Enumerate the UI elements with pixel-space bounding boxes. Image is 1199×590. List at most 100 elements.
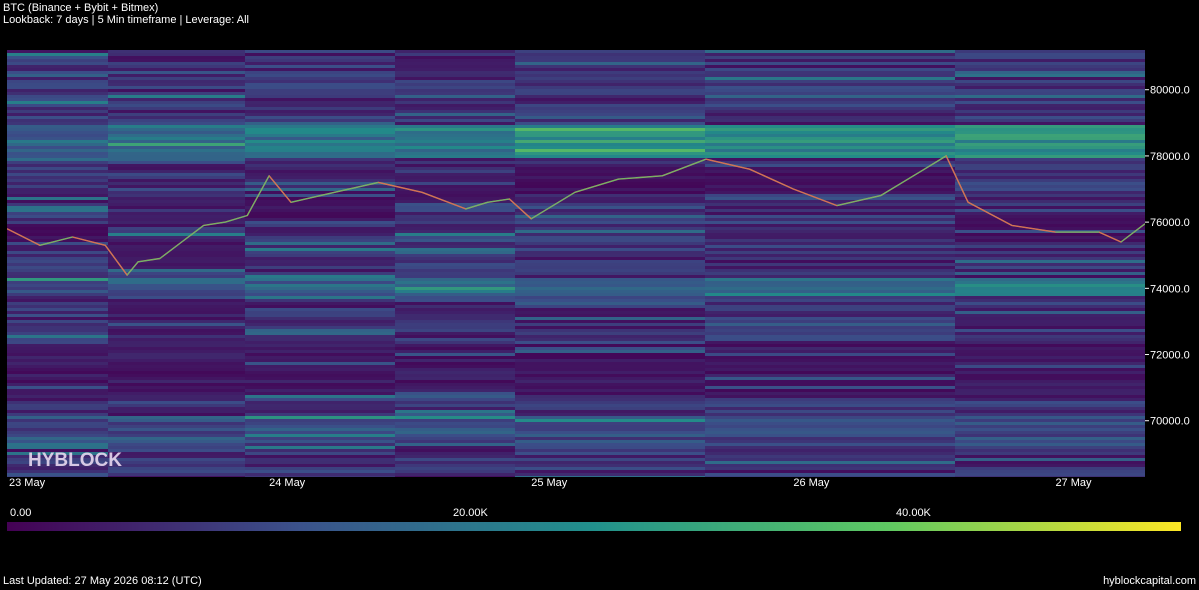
heatmap-cell bbox=[955, 140, 1145, 143]
heatmap-cell bbox=[395, 278, 515, 281]
heatmap-cell bbox=[245, 287, 395, 290]
heatmap-cell bbox=[245, 104, 395, 107]
heatmap-cell bbox=[705, 353, 955, 356]
heatmap-cell bbox=[515, 197, 705, 200]
heatmap-cell bbox=[955, 191, 1145, 194]
heatmap-cell bbox=[245, 374, 395, 377]
heatmap-cell bbox=[395, 155, 515, 158]
heatmap-cell bbox=[705, 473, 955, 476]
heatmap-cell bbox=[515, 302, 705, 305]
heatmap-cell bbox=[7, 419, 108, 422]
heatmap-cell bbox=[515, 281, 705, 284]
heatmap-cell bbox=[395, 326, 515, 329]
heatmap-cell bbox=[705, 62, 955, 65]
heatmap-cell bbox=[705, 272, 955, 275]
liquidation-heatmap-chart[interactable]: 70000.0 72000.0 74000.0 76000.0 78000.0 80000… bbox=[0, 0, 1199, 590]
heatmap-cell bbox=[705, 284, 955, 287]
heatmap-cell bbox=[515, 104, 705, 107]
heatmap-cell bbox=[395, 320, 515, 323]
heatmap-cell bbox=[108, 218, 245, 221]
heatmap-cell bbox=[515, 140, 705, 143]
heatmap-cell bbox=[245, 347, 395, 350]
heatmap-cell bbox=[108, 107, 245, 110]
heatmap-cell bbox=[705, 290, 955, 293]
heatmap-cell bbox=[515, 428, 705, 431]
heatmap-cell bbox=[395, 461, 515, 464]
heatmap-cell bbox=[245, 206, 395, 209]
heatmap-cell bbox=[955, 200, 1145, 203]
heatmap-cell bbox=[7, 200, 108, 203]
heatmap-cell bbox=[705, 245, 955, 248]
site-link[interactable]: hyblockcapital.com bbox=[1103, 575, 1196, 587]
heatmap-cell bbox=[245, 332, 395, 335]
heatmap-cell bbox=[705, 71, 955, 74]
heatmap-cell bbox=[245, 425, 395, 428]
heatmap-cell bbox=[395, 185, 515, 188]
heatmap-cell bbox=[515, 176, 705, 179]
heatmap-cell bbox=[245, 269, 395, 272]
heatmap-cell bbox=[7, 428, 108, 431]
heatmap-cell bbox=[245, 383, 395, 386]
heatmap-cell bbox=[108, 464, 245, 467]
x-tick-label: 24 May bbox=[269, 477, 306, 489]
heatmap-cell bbox=[515, 332, 705, 335]
heatmap-cell bbox=[7, 104, 108, 107]
heatmap-cell bbox=[955, 374, 1145, 377]
heatmap-cell bbox=[395, 308, 515, 311]
heatmap-cell bbox=[395, 263, 515, 266]
heatmap-cell bbox=[245, 77, 395, 80]
heatmap-cell bbox=[515, 269, 705, 272]
heatmap-cell bbox=[245, 140, 395, 143]
heatmap-cell bbox=[955, 65, 1145, 68]
heatmap-cell bbox=[108, 122, 245, 125]
heatmap-cell bbox=[955, 434, 1145, 437]
heatmap-cell bbox=[108, 77, 245, 80]
heatmap-cell bbox=[245, 254, 395, 257]
heatmap-cell bbox=[955, 410, 1145, 413]
heatmap-cell bbox=[245, 380, 395, 383]
heatmap-cell bbox=[515, 53, 705, 56]
heatmap-cell bbox=[245, 452, 395, 455]
heatmap-cell bbox=[515, 434, 705, 437]
heatmap-cell bbox=[7, 95, 108, 98]
heatmap-cell bbox=[705, 350, 955, 353]
heatmap-cell bbox=[955, 221, 1145, 224]
heatmap-cell bbox=[245, 62, 395, 65]
heatmap-cell bbox=[705, 59, 955, 62]
heatmap-cell bbox=[515, 395, 705, 398]
heatmap-cell bbox=[395, 65, 515, 68]
heatmap-cell bbox=[705, 332, 955, 335]
heatmap-cell bbox=[108, 329, 245, 332]
heatmap-cell bbox=[955, 317, 1145, 320]
heatmap-cell bbox=[955, 104, 1145, 107]
heatmap-cell bbox=[245, 359, 395, 362]
heatmap-cell bbox=[395, 356, 515, 359]
heatmap-cell bbox=[515, 389, 705, 392]
heatmap-cell bbox=[705, 140, 955, 143]
heatmap-cell bbox=[395, 395, 515, 398]
heatmap-cell bbox=[515, 200, 705, 203]
heatmap-cell bbox=[955, 92, 1145, 95]
heatmap-cell bbox=[108, 104, 245, 107]
heatmap-cell bbox=[7, 143, 108, 146]
heatmap-cell bbox=[395, 329, 515, 332]
heatmap-cell bbox=[245, 311, 395, 314]
heatmap-cell bbox=[395, 281, 515, 284]
heatmap-cell bbox=[955, 350, 1145, 353]
heatmap-cell bbox=[705, 155, 955, 158]
heatmap-cell bbox=[955, 443, 1145, 446]
heatmap-cell bbox=[395, 104, 515, 107]
heatmap-cell bbox=[515, 206, 705, 209]
heatmap-cell bbox=[395, 143, 515, 146]
heatmap-cell bbox=[705, 128, 955, 131]
heatmap-cell bbox=[955, 176, 1145, 179]
heatmap-cell bbox=[395, 293, 515, 296]
heatmap-cell bbox=[395, 257, 515, 260]
heatmap-cell bbox=[395, 254, 515, 257]
heatmap-cell bbox=[7, 128, 108, 131]
y-tick-label: 74000.0 bbox=[1150, 283, 1190, 295]
heatmap-cell bbox=[955, 224, 1145, 227]
heatmap-cell bbox=[395, 359, 515, 362]
heatmap-cell bbox=[955, 464, 1145, 467]
heatmap-cell bbox=[705, 239, 955, 242]
